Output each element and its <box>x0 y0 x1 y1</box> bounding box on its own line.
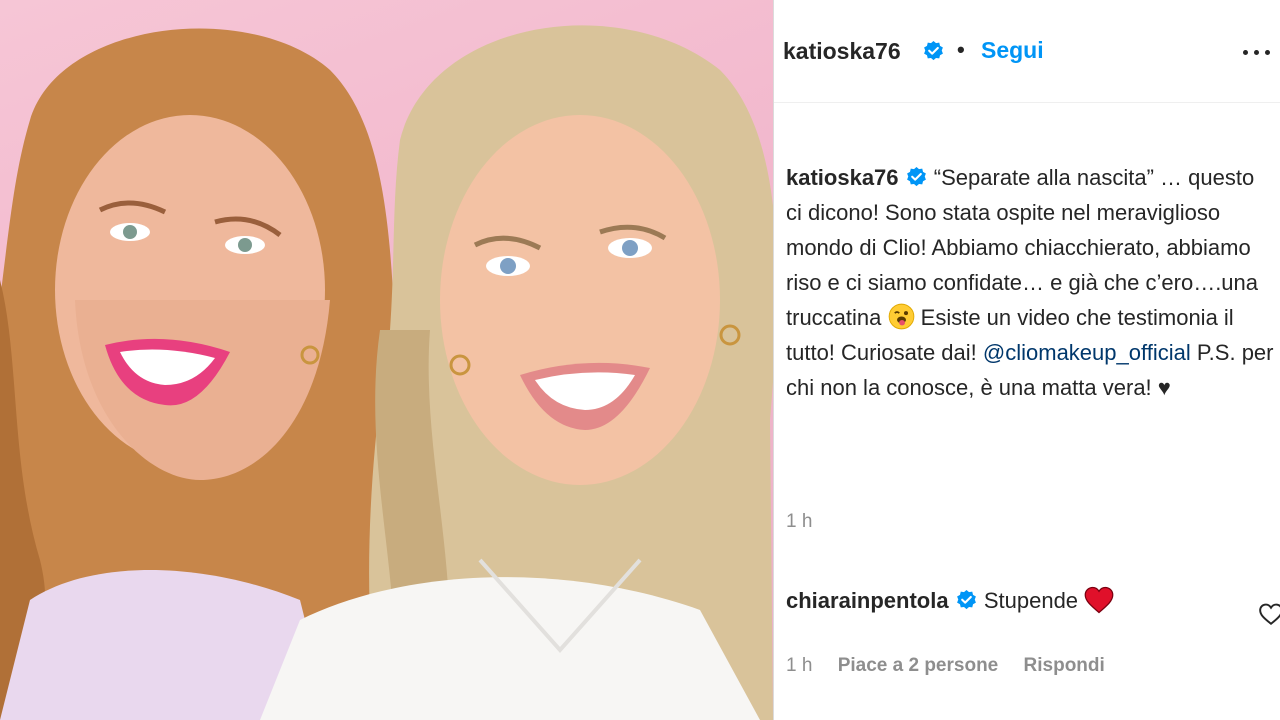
post-caption: katioska76 “Separate alla nascita” … que… <box>786 160 1276 405</box>
comment-meta: 1 h Piace a 2 persone Rispondi <box>786 655 1125 677</box>
reply-button[interactable]: Rispondi <box>1024 655 1105 676</box>
verified-badge-icon <box>956 589 976 610</box>
comment-row: chiarainpentola Stupende <box>786 586 1114 614</box>
photo-illustration <box>0 25 773 720</box>
tongue-wink-emoji-icon <box>888 303 914 330</box>
like-comment-heart-icon[interactable] <box>1258 602 1280 626</box>
comment-text: Stupende <box>983 588 1079 613</box>
post-header: katioska76 • Segui <box>774 0 1280 103</box>
comment-author[interactable]: chiarainpentola <box>786 588 949 613</box>
caption-timestamp[interactable]: 1 h <box>786 511 812 533</box>
post-side-panel: katioska76 • Segui katioska76 “Separate … <box>774 0 1280 720</box>
author-username[interactable]: katioska76 <box>783 38 901 65</box>
comment-timestamp[interactable]: 1 h <box>786 655 812 676</box>
comment-likes-link[interactable]: Piace a 2 persone <box>838 655 999 676</box>
verified-badge-icon <box>924 40 943 61</box>
verified-badge-icon <box>906 166 926 187</box>
more-options-icon[interactable] <box>1240 38 1274 64</box>
follow-button[interactable]: Segui <box>981 37 1044 64</box>
caption-mention-link[interactable]: @cliomakeup_official <box>983 340 1191 365</box>
post-photo[interactable] <box>0 0 773 720</box>
red-heart-emoji-icon <box>1084 586 1114 614</box>
separator-dot: • <box>957 37 965 62</box>
caption-author[interactable]: katioska76 <box>786 165 899 190</box>
